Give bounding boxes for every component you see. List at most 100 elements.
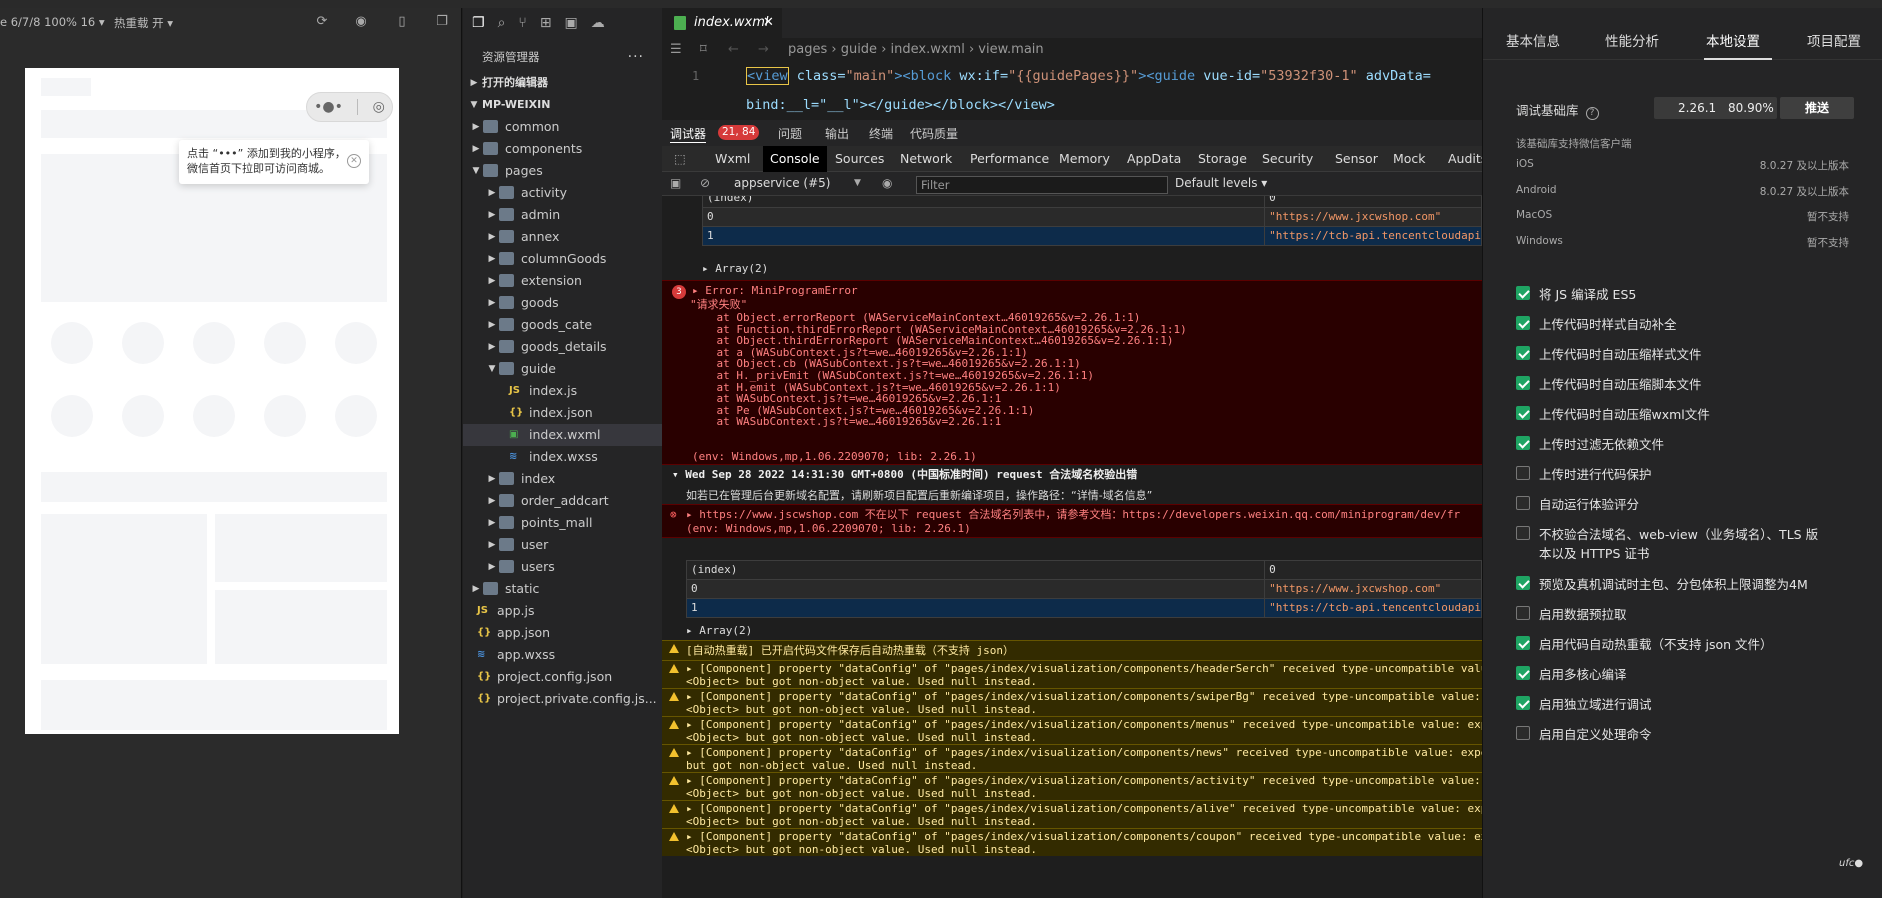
open-editors-section[interactable]: ▶ 打开的编辑器	[463, 72, 662, 94]
chevron-right-icon[interactable]: ▶	[487, 182, 497, 204]
bookmark-icon[interactable]: ⌑	[700, 38, 707, 62]
file-index-wxml[interactable]: ▣ index.wxml	[463, 424, 662, 446]
folder-users[interactable]: ▶ users	[463, 556, 662, 578]
tab-performance[interactable]: Performance	[970, 151, 1049, 166]
tab-basic-info[interactable]: 基本信息	[1506, 30, 1560, 50]
folder-annex[interactable]: ▶ annex	[463, 226, 662, 248]
list-icon[interactable]: ☰	[670, 38, 682, 62]
option-checkbox[interactable]	[1516, 406, 1530, 420]
chevron-right-icon[interactable]: ▶	[487, 468, 497, 490]
code-editor[interactable]: 1 <view class="main"><block wx:if="{{gui…	[662, 62, 1482, 120]
folder-goods-cate[interactable]: ▶ goods_cate	[463, 314, 662, 336]
folder-columngoods[interactable]: ▶ columnGoods	[463, 248, 662, 270]
chevron-right-icon[interactable]: ▶	[487, 314, 497, 336]
extensions-icon[interactable]: ⊞	[540, 15, 552, 31]
file-index-wxss[interactable]: ≋ index.wxss	[463, 446, 662, 468]
chevron-right-icon[interactable]: ▶	[487, 336, 497, 358]
folder-extension[interactable]: ▶ extension	[463, 270, 662, 292]
device-select[interactable]: e 6/7/8 100% 16 ▾	[0, 15, 105, 29]
array-toggle-2[interactable]: ▸ Array(2)	[686, 624, 752, 638]
source-control-icon[interactable]: ⑂	[518, 15, 526, 31]
folder-components[interactable]: ▶ components	[463, 138, 662, 160]
file-index-json[interactable]: {} index.json	[463, 402, 662, 424]
chevron-right-icon[interactable]: ▶	[487, 556, 497, 578]
array-toggle[interactable]: ▸ Array(2)	[702, 262, 768, 276]
tab-local-settings[interactable]: 本地设置	[1706, 30, 1760, 50]
forward-icon[interactable]: →	[758, 38, 769, 62]
error-title[interactable]: ▸ Error: MiniProgramError	[692, 284, 858, 298]
search-icon[interactable]: ⌕	[498, 15, 506, 31]
option-checkbox[interactable]	[1516, 726, 1530, 740]
tab-security[interactable]: Security	[1262, 151, 1313, 166]
record-icon[interactable]: ◉	[353, 14, 369, 30]
code-line-2[interactable]: bind:__l="__l"></guide></block></view>	[746, 91, 1055, 120]
option-checkbox[interactable]	[1516, 376, 1530, 390]
debug-icon[interactable]: ▣	[565, 15, 578, 31]
tab-console[interactable]: Console	[763, 146, 827, 172]
tab-storage[interactable]: Storage	[1198, 151, 1247, 166]
option-checkbox[interactable]	[1516, 286, 1530, 300]
file-project-config-json[interactable]: {} project.config.json	[463, 666, 662, 688]
chevron-right-icon[interactable]: ▶	[471, 138, 481, 160]
stack-frame[interactable]: at H._privEmit (WASubContext.js?t=we…460…	[690, 370, 1187, 382]
option-checkbox[interactable]	[1516, 606, 1530, 620]
chevron-down-icon[interactable]: ▼	[487, 358, 497, 380]
close-tab-icon[interactable]: ✕	[763, 8, 774, 38]
chevron-right-icon[interactable]: ▶	[487, 270, 497, 292]
lib-version-select[interactable]: 2.26.1 80.90%	[1654, 97, 1777, 119]
capsule-menu[interactable]: •●• ◎	[306, 92, 393, 122]
option-checkbox[interactable]	[1516, 496, 1530, 510]
tab-mock[interactable]: Mock	[1393, 151, 1426, 166]
code-line-1[interactable]: <view class="main"><block wx:if="{{guide…	[746, 62, 1431, 91]
folder-points-mall[interactable]: ▶ points_mall	[463, 512, 662, 534]
folder-user[interactable]: ▶ user	[463, 534, 662, 556]
option-checkbox[interactable]	[1516, 316, 1530, 330]
refresh-icon[interactable]: ⟳	[314, 14, 330, 30]
tab-sources[interactable]: Sources	[835, 151, 884, 166]
window-icon[interactable]: ❐	[434, 14, 450, 30]
chevron-right-icon[interactable]: ▶	[487, 226, 497, 248]
folder-guide[interactable]: ▼ guide	[463, 358, 662, 380]
context-select[interactable]: appservice (#5)	[734, 176, 830, 190]
file-app-json[interactable]: {} app.json	[463, 622, 662, 644]
phone-icon[interactable]: ▯	[394, 14, 410, 30]
warning-entry[interactable]: ▸ [Component] property "dataConfig" of "…	[662, 772, 1482, 800]
more-actions-icon[interactable]: ···	[628, 46, 644, 68]
folder-pages[interactable]: ▼ pages	[463, 160, 662, 182]
option-checkbox[interactable]	[1516, 666, 1530, 680]
close-target-icon[interactable]: ◎	[373, 99, 385, 115]
eye-icon[interactable]: ◉	[882, 176, 892, 190]
folder-order-addcart[interactable]: ▶ order_addcart	[463, 490, 662, 512]
tab-memory[interactable]: Memory	[1059, 151, 1110, 166]
folder-goods[interactable]: ▶ goods	[463, 292, 662, 314]
tab-code-quality[interactable]: 代码质量	[910, 125, 958, 142]
tab-terminal[interactable]: 终端	[869, 125, 893, 142]
tab-sensor[interactable]: Sensor	[1335, 151, 1378, 166]
log-group-title[interactable]: ▾ Wed Sep 28 2022 14:31:30 GMT+0800 (中国标…	[672, 468, 1137, 482]
file-app-wxss[interactable]: ≋ app.wxss	[463, 644, 662, 666]
filter-input[interactable]: Filter	[916, 176, 1168, 194]
clear-console-icon[interactable]: ⊘	[700, 176, 710, 190]
option-checkbox[interactable]	[1516, 466, 1530, 480]
tab-appdata[interactable]: AppData	[1127, 151, 1181, 166]
tab-problems[interactable]: 问题	[778, 125, 802, 142]
option-checkbox[interactable]	[1516, 636, 1530, 650]
tab-performance-analysis[interactable]: 性能分析	[1605, 30, 1659, 50]
stack-frame[interactable]: at WASubContext.js?t=we…46019265&v=2.26.…	[690, 393, 1187, 405]
domain-error-text[interactable]: ▸ https://www.jscwshop.com 不在以下 request …	[686, 508, 1460, 522]
chevron-right-icon[interactable]: ▶	[487, 490, 497, 512]
tab-debugger[interactable]: 调试器	[670, 125, 707, 143]
warning-entry[interactable]: ▸ [Component] property "dataConfig" of "…	[662, 716, 1482, 744]
context-dropdown-icon[interactable]: ▼	[854, 178, 861, 188]
push-button[interactable]: 推送	[1780, 97, 1854, 119]
hot-reload-toggle[interactable]: 热重载 开 ▾	[114, 15, 173, 31]
warning-entry[interactable]: ▸ [Component] property "dataConfig" of "…	[662, 828, 1482, 856]
tip-close-icon[interactable]: ✕	[347, 154, 361, 168]
folder-static[interactable]: ▶ static	[463, 578, 662, 600]
stack-frame[interactable]: at Object.errorReport (WAServiceMainCont…	[690, 312, 1187, 324]
more-dots-icon[interactable]: •●•	[314, 99, 343, 115]
chevron-right-icon[interactable]: ▶	[487, 248, 497, 270]
stack-frame[interactable]: at WASubContext.js?t=we…46019265&v=2.26.…	[690, 416, 1187, 428]
folder-admin[interactable]: ▶ admin	[463, 204, 662, 226]
warning-entry[interactable]: ▸ [Component] property "dataConfig" of "…	[662, 688, 1482, 716]
